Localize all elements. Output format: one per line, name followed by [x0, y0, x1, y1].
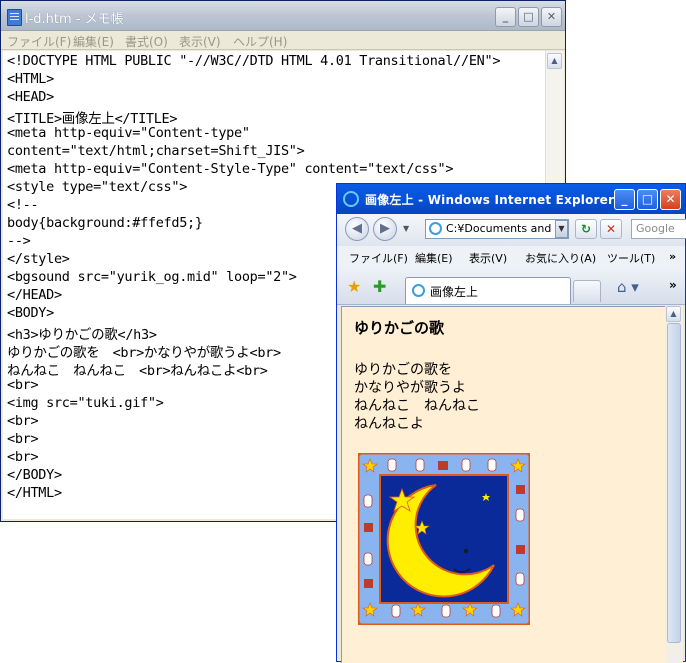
- address-dropdown-icon[interactable]: ▼: [555, 220, 568, 238]
- notepad-title: l-d.htm - メモ帳: [25, 12, 124, 27]
- text-line: <!--: [7, 197, 39, 213]
- forward-arrow-icon[interactable]: ▶: [373, 217, 397, 241]
- menu-more-icon[interactable]: »: [669, 250, 676, 263]
- text-line: </style>: [7, 251, 70, 267]
- address-input[interactable]: C:¥Documents and S: [425, 219, 569, 239]
- ie-window: 画像左上 - Windows Internet Explorer _ □ ✕ ◀…: [336, 183, 686, 663]
- tab-current-page[interactable]: 画像左上: [405, 277, 571, 304]
- ie-page-content: ゆりかごの歌 ゆりかごの歌を かなりやが歌うよ ねんねこ ねんねこ ねんねこよ: [341, 306, 665, 663]
- ie-title-bar[interactable]: 画像左上 - Windows Internet Explorer _ □ ✕: [337, 184, 685, 214]
- page-icon: [412, 284, 425, 297]
- stop-icon[interactable]: ✕: [600, 219, 622, 239]
- search-input[interactable]: Google: [631, 219, 686, 239]
- text-line: </BODY>: [7, 467, 62, 483]
- ie-tab-bar: ★ ✚ 画像左上 ⌂ ▾ »: [337, 268, 685, 305]
- address-text: C:¥Documents and S: [446, 222, 562, 235]
- text-line: </HEAD>: [7, 287, 62, 303]
- menu-tools[interactable]: ツール(T): [607, 250, 655, 266]
- page-text-line: ねんねこ ねんねこ: [354, 398, 480, 414]
- menu-view[interactable]: 表示(V): [469, 250, 507, 266]
- add-favorite-icon[interactable]: ✚: [373, 277, 386, 296]
- text-line: ゆりかごの歌を <br>かなりやが歌うよ<br>: [7, 345, 281, 361]
- text-line: <br>: [7, 449, 39, 465]
- scroll-up-icon[interactable]: ▲: [666, 306, 681, 322]
- text-line: body{background:#ffefd5;}: [7, 215, 203, 231]
- text-line: <meta http-equiv="Content-type": [7, 125, 250, 141]
- text-line: <bgsound src="yurik_og.mid" loop="2">: [7, 269, 297, 285]
- text-line: <br>: [7, 413, 39, 429]
- text-line: <br>: [7, 431, 39, 447]
- new-tab-button[interactable]: [573, 280, 601, 302]
- scroll-up-icon[interactable]: ▲: [547, 53, 562, 69]
- text-line: <HTML>: [7, 71, 54, 87]
- moon-image: [358, 453, 530, 625]
- text-line: <h3>ゆりかごの歌</h3>: [7, 327, 157, 343]
- text-line: <BODY>: [7, 305, 54, 321]
- text-line: <HEAD>: [7, 89, 54, 105]
- menu-file[interactable]: ファイル(F): [349, 250, 408, 266]
- maximize-icon[interactable]: □: [518, 7, 539, 27]
- menu-help[interactable]: ヘルプ(H): [233, 33, 287, 50]
- page-heading: ゆりかごの歌: [354, 319, 445, 337]
- toolbar-more-icon[interactable]: »: [669, 278, 677, 292]
- text-line: <img src="tuki.gif">: [7, 395, 164, 411]
- menu-favorites[interactable]: お気に入り(A): [525, 250, 596, 266]
- page-text-line: ねんねこよ: [354, 416, 424, 432]
- text-line: <meta http-equiv="Content-Style-Type" co…: [7, 161, 454, 177]
- minimize-icon[interactable]: _: [614, 189, 635, 210]
- text-line: -->: [7, 233, 31, 249]
- close-icon[interactable]: ✕: [541, 7, 562, 27]
- tab-label: 画像左上: [430, 285, 479, 299]
- menu-format[interactable]: 書式(O): [125, 33, 168, 50]
- text-line: <TITLE>画像左上</TITLE>: [7, 111, 178, 127]
- text-line: <br>: [7, 377, 39, 393]
- maximize-icon[interactable]: □: [637, 189, 658, 210]
- notepad-title-bar[interactable]: l-d.htm - メモ帳 _ □ ✕: [1, 1, 565, 31]
- menu-file[interactable]: ファイル(F): [7, 33, 71, 50]
- page-icon: [429, 222, 442, 235]
- text-line: content="text/html;charset=Shift_JIS">: [7, 143, 305, 159]
- text-line: <!DOCTYPE HTML PUBLIC "-//W3C//DTD HTML …: [7, 53, 501, 69]
- history-dropdown-icon[interactable]: ▼: [403, 224, 409, 233]
- favorites-star-icon[interactable]: ★: [347, 277, 361, 296]
- back-arrow-icon[interactable]: ◀: [345, 217, 369, 241]
- notepad-menu-bar: ファイル(F) 編集(E) 書式(O) 表示(V) ヘルプ(H): [1, 31, 565, 50]
- page-text-line: ゆりかごの歌を: [354, 362, 452, 378]
- ie-vertical-scrollbar[interactable]: ▲: [665, 306, 683, 663]
- menu-edit[interactable]: 編集(E): [73, 33, 114, 50]
- home-icon[interactable]: ⌂ ▾: [617, 278, 639, 296]
- text-line: <style type="text/css">: [7, 179, 188, 195]
- text-line: ねんねこ ねんねこ <br>ねんねこよ<br>: [7, 363, 268, 379]
- refresh-icon[interactable]: ↻: [575, 219, 597, 239]
- minimize-icon[interactable]: _: [495, 7, 516, 27]
- menu-edit[interactable]: 編集(E): [415, 250, 453, 266]
- menu-view[interactable]: 表示(V): [179, 33, 221, 50]
- close-icon[interactable]: ✕: [660, 189, 681, 210]
- ie-logo-icon: [343, 191, 359, 207]
- text-line: </HTML>: [7, 485, 62, 501]
- scroll-thumb[interactable]: [667, 323, 681, 643]
- ie-title: 画像左上 - Windows Internet Explorer: [365, 193, 615, 207]
- notepad-icon: [7, 9, 22, 26]
- ie-menu-bar: ファイル(F) 編集(E) 表示(V) お気に入り(A) ツール(T) »: [337, 246, 685, 269]
- page-text-line: かなりやが歌うよ: [354, 380, 466, 396]
- ie-address-bar: ◀ ▶ ▼ C:¥Documents and S ▼ ↻ ✕ Google: [337, 214, 686, 247]
